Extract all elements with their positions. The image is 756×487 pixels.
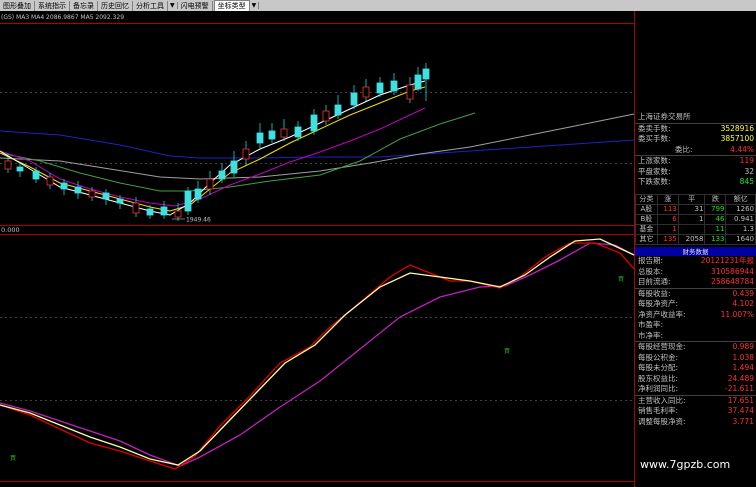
candle-body: [174, 210, 182, 218]
candle-body: [194, 188, 202, 200]
table-row: 基金 1 11 1.3: [635, 224, 756, 235]
candle-body: [310, 114, 318, 132]
toolbar: 图形叠加 系统指示 备忘录 历史回忆 分析工具 ▼ 闪电预警 坐标类型 ▼: [0, 0, 756, 11]
candle-body: [4, 160, 12, 170]
candle-body: [242, 148, 250, 160]
sub-legend-text: 0.000: [1, 226, 20, 234]
indicator-lines: [0, 238, 635, 470]
candle-body: [422, 68, 430, 80]
ma-blue-line: [0, 130, 635, 159]
candle-body: [88, 190, 96, 198]
finance-row: 净利润同比: -21.611: [638, 384, 754, 393]
candle-body: [376, 82, 384, 94]
candle-body: [406, 84, 414, 100]
finance-title: 财务数据: [635, 247, 756, 256]
candle-body: [362, 86, 370, 98]
candle-body: [256, 132, 264, 144]
finance-row: 市净率:: [638, 330, 664, 340]
chart-frame: [0, 11, 635, 487]
finance-row: 主营收入同比: 17.651: [635, 394, 756, 407]
class-table-header: 分类 涨 平 跌 额亿: [635, 194, 756, 205]
candle-body: [132, 202, 140, 214]
finance-row: 每股公积金: 1.038: [638, 352, 754, 362]
candle-body: [414, 74, 422, 90]
indicator-yellow-line: [0, 238, 635, 466]
table-row: B股 6 1 46 0.941: [635, 214, 756, 225]
finance-row: 每股净资产: 4.102: [638, 299, 754, 308]
finance-panel: 财务数据 报告期: 20121231年报 总股本: 310586944 目前流通: 258…: [635, 247, 756, 427]
indicator-magenta-line: [0, 242, 635, 467]
info-row-buy-orders: 委买手数: 3857100: [638, 134, 754, 143]
low-price-label: 1949.46: [186, 217, 211, 224]
finance-row: 目前流通: 258648784: [638, 277, 754, 286]
candle-body: [116, 198, 124, 204]
candle-body: [350, 92, 358, 106]
candle-body: [184, 190, 192, 212]
candle-body: [102, 192, 110, 200]
buy-signal-mark: 買: [10, 455, 16, 462]
info-row-down-count: 下跌家数: 845: [638, 177, 754, 186]
candle-body: [146, 208, 154, 216]
candle-body: [16, 166, 24, 172]
candle-body: [60, 182, 68, 190]
main-legend-text: (GS) MA3 MA4 2086.9867 MA5 2092.329: [1, 14, 124, 21]
candle-body: [334, 104, 342, 116]
info-row-order-ratio: 委比: 4.44%: [675, 144, 754, 154]
toolbar-overlay-button[interactable]: 图形叠加: [0, 0, 35, 11]
candle-body: [32, 170, 40, 180]
finance-row: 市盈率:: [638, 320, 664, 329]
finance-row: 每股收益: 0.439: [635, 287, 756, 300]
candle-body: [218, 170, 226, 180]
watermark: www.7gpzb.com: [640, 458, 731, 471]
candle-body: [280, 128, 288, 138]
class-table: 分类 涨 平 跌 额亿 A股 113 31 799 1260 B股 6 1 46…: [635, 194, 756, 245]
candle-body: [268, 130, 276, 140]
finance-row: 销售毛利率: 37.474: [638, 406, 754, 415]
toolbar-alert-button[interactable]: 闪电预警: [178, 0, 213, 11]
finance-row: 总股本: 310586944: [638, 266, 754, 276]
main-legend: (GS) MA3 MA4 2086.9867 MA5 2092.329: [0, 12, 180, 21]
ma-green-line: [0, 112, 476, 192]
candle-body: [74, 186, 82, 194]
candle-body: [206, 178, 214, 190]
exchange-info-panel: 上海证券交易所 委卖手数: 3528916 委买手数: 3857100 委比: …: [635, 112, 756, 188]
exchange-title: 上海证券交易所: [635, 112, 756, 123]
finance-row: 每股经营现金: 0.989: [635, 341, 756, 353]
info-row-up-count: 上涨家数: 119: [635, 155, 756, 167]
analysis-dropdown-icon[interactable]: ▼: [168, 2, 178, 9]
buy-signal-mark: 買: [504, 348, 510, 355]
candle-body: [230, 160, 238, 174]
toolbar-history-button[interactable]: 历史回忆: [98, 0, 133, 11]
table-row: 其它 135 2058 133 1640: [635, 234, 756, 245]
finance-row: 净资产收益率: 11.007%: [638, 309, 754, 319]
buy-signal-mark: 買: [618, 276, 624, 283]
finance-row: 每股未分配: 1.494: [638, 363, 754, 372]
info-row-flat-count: 平盘家数: 32: [638, 166, 754, 176]
toolbar-indicator-button[interactable]: 系统指示: [35, 0, 70, 11]
coord-type-select[interactable]: 坐标类型: [213, 0, 250, 11]
candle-body: [294, 126, 302, 138]
finance-row: 调整每股净资: 3.771: [638, 416, 754, 426]
indicator-red-line: [0, 242, 635, 470]
finance-row: 股东权益比: 24.489: [638, 373, 754, 383]
info-row-sell-orders: 委卖手数: 3528916: [635, 122, 756, 135]
indicator-signal-marks: 買 買 買: [10, 276, 624, 462]
toolbar-memo-button[interactable]: 备忘录: [70, 0, 98, 11]
candle-body: [322, 110, 330, 122]
candle-body: [46, 176, 54, 186]
candlesticks: [4, 63, 430, 221]
candle-body: [390, 80, 398, 92]
toolbar-analysis-button[interactable]: 分析工具: [133, 0, 168, 11]
candle-body: [160, 206, 168, 216]
coord-type-dropdown-icon[interactable]: ▼: [250, 2, 260, 9]
table-row: A股 113 31 799 1260: [635, 204, 756, 215]
finance-row: 报告期: 20121231年报: [638, 256, 754, 265]
